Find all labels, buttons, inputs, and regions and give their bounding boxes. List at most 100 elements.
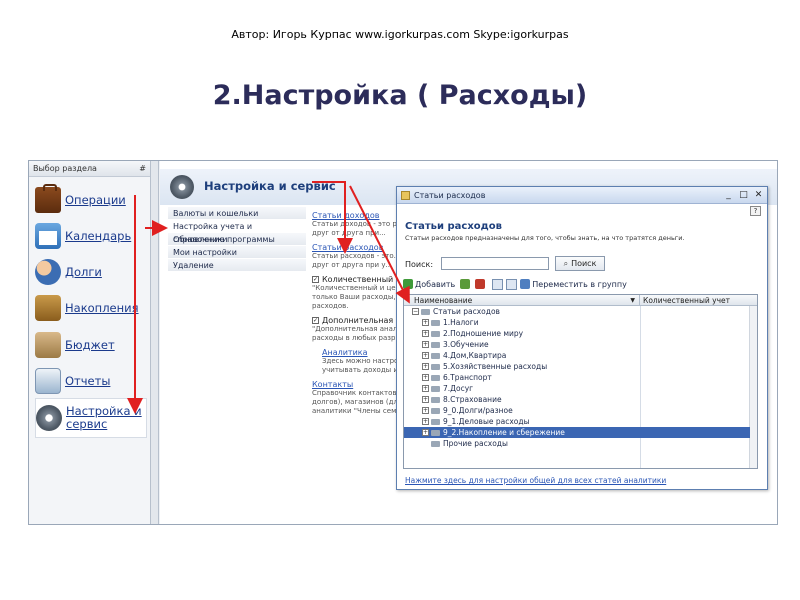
add-icon bbox=[403, 279, 413, 289]
tree-row[interactable]: + 7.Досуг bbox=[404, 383, 757, 394]
expand-icon[interactable]: + bbox=[422, 374, 429, 381]
row-label: Статьи расходов bbox=[433, 307, 500, 316]
expand-icon[interactable]: + bbox=[422, 330, 429, 337]
expand-icon[interactable]: + bbox=[422, 319, 429, 326]
section-reports[interactable]: Отчеты bbox=[35, 364, 147, 398]
add-button[interactable]: Добавить bbox=[403, 279, 455, 289]
tree-row[interactable]: + 4.Дом,Квартира bbox=[404, 350, 757, 361]
tree-row[interactable]: + 9_0.Долги/разное bbox=[404, 405, 757, 416]
dialog-heading: Статьи расходов bbox=[405, 221, 502, 232]
folder-icon bbox=[431, 396, 440, 403]
dialog-description: Статьи расходов предназначены для того, … bbox=[405, 234, 685, 242]
collapse-icon[interactable]: − bbox=[412, 308, 419, 315]
row-label: 9_0.Долги/разное bbox=[443, 406, 513, 415]
help-icon[interactable]: ? bbox=[750, 206, 761, 216]
section-settings[interactable]: Настройка и сервис bbox=[35, 398, 147, 438]
row-label: 3.Обучение bbox=[443, 340, 489, 349]
author-line: Автор: Игорь Курпас www.igorkurpas.com S… bbox=[231, 28, 569, 41]
pin-icon[interactable]: # bbox=[139, 164, 146, 173]
dialog-toolbar: Добавить Переместить в группу bbox=[403, 277, 759, 291]
delete-icon[interactable] bbox=[475, 279, 486, 289]
menu-item-update[interactable]: Обновление программы bbox=[168, 233, 306, 246]
tree-row[interactable]: + 6.Транспорт bbox=[404, 372, 757, 383]
expand-icon[interactable]: + bbox=[422, 341, 429, 348]
row-label: 4.Дом,Квартира bbox=[443, 351, 507, 360]
folder-icon bbox=[431, 341, 440, 348]
budget-icon bbox=[35, 332, 61, 358]
main-title: Настройка и сервис bbox=[204, 179, 336, 193]
section-budget[interactable]: Бюджет bbox=[35, 328, 147, 362]
row-label: Прочие расходы bbox=[443, 439, 508, 448]
expand-icon[interactable]: + bbox=[422, 418, 429, 425]
menu-item-accounting[interactable]: Настройка учета и справочники bbox=[168, 220, 306, 244]
expand-icon[interactable]: + bbox=[422, 429, 429, 436]
checkbox[interactable]: ✓ bbox=[312, 317, 319, 324]
section-calendar[interactable]: Календарь bbox=[35, 219, 147, 253]
section-operations[interactable]: Операции bbox=[35, 183, 147, 217]
check-label: Дополнительная ан bbox=[322, 316, 406, 325]
panel-splitter[interactable] bbox=[151, 161, 159, 524]
expand-icon[interactable]: + bbox=[422, 407, 429, 414]
checkbox[interactable]: ✓ bbox=[312, 276, 319, 283]
edit-icon[interactable] bbox=[460, 279, 471, 289]
folder-icon bbox=[431, 418, 440, 425]
expense-items-dialog: Статьи расходов _ □ ✕ ? Статьи расходов … bbox=[396, 186, 768, 490]
folder-icon bbox=[431, 374, 440, 381]
sort-icon[interactable]: ▼ bbox=[630, 295, 635, 306]
menu-item-currencies[interactable]: Валюты и кошельки bbox=[168, 207, 306, 220]
tree-row[interactable]: + 8.Страхование bbox=[404, 394, 757, 405]
search-icon: ⌕ bbox=[563, 258, 569, 268]
search-label: Поиск: bbox=[405, 260, 434, 269]
row-label: 9_2.Накопление и сбережение bbox=[443, 428, 565, 437]
search-input[interactable] bbox=[441, 257, 549, 270]
row-label: 8.Страхование bbox=[443, 395, 502, 404]
tree-root[interactable]: − Статьи расходов bbox=[404, 306, 757, 317]
move-to-group-button[interactable]: Переместить в группу bbox=[520, 279, 627, 289]
folder-icon bbox=[431, 385, 440, 392]
section-savings[interactable]: Накопления bbox=[35, 291, 147, 325]
folder-icon bbox=[431, 330, 440, 337]
expand-icon[interactable]: + bbox=[422, 396, 429, 403]
row-label: 6.Транспорт bbox=[443, 373, 492, 382]
row-label: 7.Досуг bbox=[443, 384, 474, 393]
tree-row-selected[interactable]: + 9_2.Накопление и сбережение bbox=[404, 427, 750, 438]
tree-row[interactable]: + 2.Подношение миру bbox=[404, 328, 757, 339]
column-quantity[interactable]: Количественный учет bbox=[640, 295, 757, 305]
folder-icon bbox=[431, 440, 440, 447]
grid-header: Наименование ▼ Количественный учет bbox=[404, 295, 757, 306]
folder-icon bbox=[431, 352, 440, 359]
dialog-title: Статьи расходов bbox=[414, 190, 486, 200]
section-label: Настройка и сервис bbox=[66, 404, 142, 431]
move-up-icon[interactable] bbox=[492, 278, 504, 290]
sections-panel: Выбор раздела # Операции Календарь Долги… bbox=[29, 161, 151, 524]
menu-item-my-settings[interactable]: Мои настройки bbox=[168, 246, 306, 259]
dialog-titlebar[interactable]: Статьи расходов _ □ ✕ bbox=[397, 187, 767, 204]
sections-header: Выбор раздела # bbox=[29, 161, 150, 177]
minimize-icon[interactable]: _ bbox=[724, 190, 733, 200]
tree-row[interactable]: + 9_1.Деловые расходы bbox=[404, 416, 757, 427]
move-down-icon[interactable] bbox=[506, 278, 518, 290]
section-label: Отчеты bbox=[65, 373, 111, 388]
column-name-label: Наименование bbox=[414, 296, 473, 305]
gear-icon bbox=[170, 175, 194, 199]
close-icon[interactable]: ✕ bbox=[754, 190, 763, 200]
section-debts[interactable]: Долги bbox=[35, 255, 147, 289]
column-name[interactable]: Наименование ▼ bbox=[404, 295, 640, 305]
expense-items-tree: Наименование ▼ Количественный учет − Ста… bbox=[403, 294, 758, 469]
sections-header-label: Выбор раздела bbox=[33, 164, 97, 173]
section-label: Операции bbox=[65, 192, 126, 207]
menu-item-delete[interactable]: Удаление bbox=[168, 259, 306, 272]
row-label: 2.Подношение миру bbox=[443, 329, 524, 338]
maximize-icon[interactable]: □ bbox=[739, 190, 748, 200]
tree-row[interactable]: + 3.Обучение bbox=[404, 339, 757, 350]
expand-icon[interactable]: + bbox=[422, 385, 429, 392]
tree-row[interactable]: + 1.Налоги bbox=[404, 317, 757, 328]
tree-row[interactable]: Прочие расходы bbox=[404, 438, 757, 449]
tree-row[interactable]: + 5.Хозяйственные расходы bbox=[404, 361, 757, 372]
expand-icon[interactable]: + bbox=[422, 363, 429, 370]
calendar-icon bbox=[35, 223, 61, 249]
settings-menu: Валюты и кошельки Настройка учета и спра… bbox=[168, 207, 306, 272]
search-button[interactable]: ⌕ Поиск bbox=[555, 256, 605, 271]
expand-icon[interactable]: + bbox=[422, 352, 429, 359]
common-analytics-link[interactable]: Нажмите здесь для настройки общей для вс… bbox=[405, 476, 666, 485]
